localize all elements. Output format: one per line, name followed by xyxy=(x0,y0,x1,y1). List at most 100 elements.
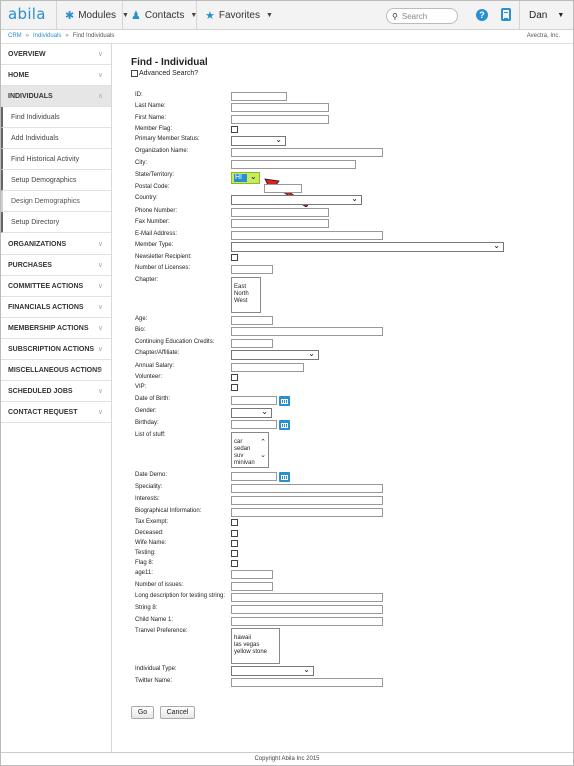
calendar-icon[interactable] xyxy=(279,420,290,430)
list-item[interactable]: West xyxy=(234,298,258,305)
volunteer-checkbox[interactable] xyxy=(231,374,238,381)
breadcrumb-crm[interactable]: CRM xyxy=(8,33,22,39)
list-item[interactable]: minivan xyxy=(234,460,266,467)
list-item[interactable]: hawaii xyxy=(234,635,277,642)
birthday-field[interactable] xyxy=(231,420,277,429)
sidebar-item-membership-actions[interactable]: MEMBERSHIP ACTIONS ∨ xyxy=(0,318,111,339)
bio-field[interactable] xyxy=(231,327,383,336)
id-field[interactable] xyxy=(231,92,287,101)
member-type-select[interactable]: ⌄ xyxy=(231,241,504,252)
first-name-field[interactable] xyxy=(231,115,329,124)
gender-select[interactable]: ⌄ xyxy=(231,407,272,418)
chapter-affiliate-select[interactable]: ⌄ xyxy=(231,349,319,360)
newsletter-checkbox[interactable] xyxy=(231,254,238,261)
go-button[interactable]: Go xyxy=(131,706,154,719)
primary-member-status-select[interactable]: ⌄ xyxy=(231,135,286,146)
advanced-search-checkbox[interactable] xyxy=(131,70,138,77)
search-input[interactable]: ⚲ Search xyxy=(386,8,458,24)
calendar-icon[interactable] xyxy=(279,472,290,482)
star-icon: ★ xyxy=(205,9,215,22)
sidebar-item-home[interactable]: HOME ∨ xyxy=(0,65,111,86)
list-item[interactable]: East xyxy=(234,284,258,291)
sidebar-sub-design-demographics[interactable]: Design Demographics xyxy=(0,191,111,212)
annual-salary-label: Annual Salary: xyxy=(135,363,175,369)
child-name-field[interactable] xyxy=(231,617,383,626)
individual-type-select[interactable]: ⌄ xyxy=(231,665,314,676)
state-select[interactable]: HI ⌄ xyxy=(231,172,260,184)
email-field[interactable] xyxy=(231,231,383,240)
clipboard-icon[interactable] xyxy=(501,8,511,21)
organization-name-field[interactable] xyxy=(231,148,383,157)
testing-checkbox[interactable] xyxy=(231,550,238,557)
long-desc-field[interactable] xyxy=(231,593,383,602)
twitter-field[interactable] xyxy=(231,678,383,687)
list-item[interactable]: las vegas xyxy=(234,642,277,649)
flag8-checkbox[interactable] xyxy=(231,560,238,567)
chapter-listbox[interactable]: East North West xyxy=(231,277,261,313)
help-icon[interactable]: ? xyxy=(476,9,488,21)
sidebar-sub-find-historical-activity[interactable]: Find Historical Activity xyxy=(0,149,111,170)
vip-checkbox[interactable] xyxy=(231,384,238,391)
sidebar-sub-find-individuals[interactable]: Find Individuals xyxy=(0,107,111,128)
sidebar-sub-setup-demographics[interactable]: Setup Demographics xyxy=(0,170,111,191)
sidebar-sub-add-individuals[interactable]: Add Individuals xyxy=(0,128,111,149)
user-name: Dan xyxy=(529,9,548,21)
cancel-button[interactable]: Cancel xyxy=(160,706,195,719)
bio-info-field[interactable] xyxy=(231,508,383,517)
wife-name-checkbox[interactable] xyxy=(231,540,238,547)
abila-logo[interactable]: abila xyxy=(8,5,46,23)
breadcrumb-individuals[interactable]: Individuals xyxy=(33,33,61,39)
annual-salary-field[interactable] xyxy=(231,363,304,372)
sidebar-item-label: MISCELLANEOUS ACTIONS xyxy=(8,366,102,374)
num-issues-field[interactable] xyxy=(231,582,273,591)
calendar-icon[interactable] xyxy=(279,396,290,406)
licenses-field[interactable] xyxy=(231,265,273,274)
phone-field[interactable] xyxy=(231,208,329,217)
city-field[interactable] xyxy=(231,160,356,169)
country-select[interactable]: ⌄ xyxy=(231,194,362,205)
travel-pref-listbox[interactable]: hawaii las vegas yellow stone xyxy=(231,628,280,664)
sidebar-item-overview[interactable]: OVERVIEW ∨ xyxy=(0,44,111,65)
age11-field[interactable] xyxy=(231,570,273,579)
birthday-label: Birthday: xyxy=(135,420,159,426)
age-field[interactable] xyxy=(231,316,273,325)
stuff-listbox[interactable]: car sedan suv minivan ⌃ ⌄ xyxy=(231,432,269,468)
tax-exempt-checkbox[interactable] xyxy=(231,519,238,526)
contacts-menu[interactable]: ♟ Contacts ▼ xyxy=(122,0,205,30)
sidebar-item-miscellaneous-actions[interactable]: MISCELLANEOUS ACTIONS ∨ xyxy=(0,360,111,381)
dob-field[interactable] xyxy=(231,396,277,405)
speciality-field[interactable] xyxy=(231,484,383,493)
gender-label: Gender: xyxy=(135,408,157,414)
interests-label: Interests: xyxy=(135,496,160,502)
sidebar-item-contact-request[interactable]: CONTACT REQUEST ∨ xyxy=(0,402,111,423)
chevron-down-icon: ⌄ xyxy=(250,172,257,181)
sidebar-sub-setup-directory[interactable]: Setup Directory xyxy=(0,212,111,233)
dob-label: Date of Birth: xyxy=(135,396,171,402)
sidebar-item-individuals[interactable]: INDIVIDUALS ∧ xyxy=(0,86,111,107)
scroll-down-icon[interactable]: ⌄ xyxy=(260,452,266,459)
last-name-field[interactable] xyxy=(231,103,329,112)
user-menu[interactable]: Dan ▼ xyxy=(519,0,574,30)
list-item[interactable]: North xyxy=(234,291,258,298)
sidebar-item-purchases[interactable]: PURCHASES ∨ xyxy=(0,255,111,276)
member-flag-checkbox[interactable] xyxy=(231,126,238,133)
ce-credits-field[interactable] xyxy=(231,339,273,348)
newsletter-label: Newsletter Recipient: xyxy=(135,254,192,260)
scroll-up-icon[interactable]: ⌃ xyxy=(260,439,266,446)
date-demo-field[interactable] xyxy=(231,472,277,481)
favorites-menu[interactable]: ★ Favorites ▼ xyxy=(196,0,281,30)
postal-code-field[interactable] xyxy=(264,184,302,193)
list-item[interactable]: yellow stone xyxy=(234,649,277,656)
favorites-label: Favorites xyxy=(218,9,260,21)
sidebar-item-organizations[interactable]: ORGANIZATIONS ∨ xyxy=(0,234,111,255)
sidebar-item-financials-actions[interactable]: FINANCIALS ACTIONS ∨ xyxy=(0,297,111,318)
sidebar-item-subscription-actions[interactable]: SUBSCRIPTION ACTIONS ∨ xyxy=(0,339,111,360)
licenses-label: Number of Licenses: xyxy=(135,265,191,271)
fax-field[interactable] xyxy=(231,219,329,228)
sidebar-item-label: COMMITTEE ACTIONS xyxy=(8,282,84,290)
deceased-checkbox[interactable] xyxy=(231,530,238,537)
sidebar-item-scheduled-jobs[interactable]: SCHEDULED JOBS ∨ xyxy=(0,381,111,402)
interests-field[interactable] xyxy=(231,496,383,505)
sidebar-item-committee-actions[interactable]: COMMITTEE ACTIONS ∨ xyxy=(0,276,111,297)
string8-field[interactable] xyxy=(231,605,383,614)
